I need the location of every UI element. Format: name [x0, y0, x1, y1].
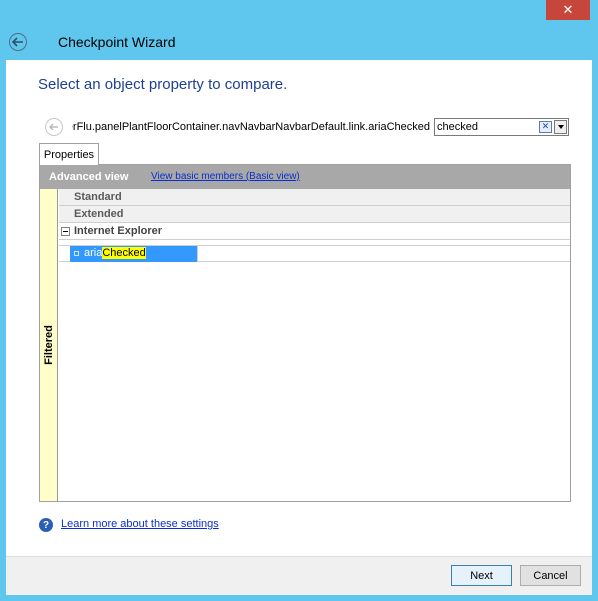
filter-dropdown-button[interactable]	[554, 120, 567, 134]
tab-properties[interactable]: Properties	[39, 143, 99, 165]
property-grid: Standard Extended Internet Explorer aria…	[59, 189, 570, 501]
category-standard[interactable]: Standard	[59, 189, 570, 206]
clear-filter-button[interactable]: ✕	[539, 121, 552, 133]
back-arrow-icon	[12, 37, 23, 47]
category-label: Extended	[74, 208, 124, 220]
title-bar: ✕	[0, 0, 598, 26]
property-name: ariaChecked	[84, 247, 146, 259]
help-link[interactable]: Learn more about these settings	[61, 518, 219, 530]
object-back-icon[interactable]	[45, 118, 63, 136]
filtered-label: Filtered	[43, 325, 56, 365]
button-footer: Next Cancel	[6, 556, 592, 595]
wizard-title: Checkpoint Wizard	[58, 34, 176, 50]
column-divider	[197, 246, 198, 262]
clear-icon: ✕	[541, 121, 550, 132]
chevron-down-icon	[557, 125, 564, 129]
property-name-cell[interactable]: ariaChecked	[70, 246, 197, 262]
back-button[interactable]	[9, 33, 27, 51]
page-heading: Select an object property to compare.	[38, 76, 288, 93]
advanced-view-bar: Advanced view View basic members (Basic …	[40, 165, 570, 189]
expand-icon[interactable]	[74, 251, 79, 256]
wizard-frame: Checkpoint Wizard Select an object prope…	[6, 26, 592, 595]
advanced-view-title: Advanced view	[49, 171, 129, 183]
property-filter-box[interactable]: ✕	[434, 118, 569, 136]
filtered-strip: Filtered	[40, 189, 58, 501]
close-button[interactable]: ✕	[546, 0, 590, 20]
object-path: ntainerFlu.panelPlantFloorContainer.navN…	[72, 121, 430, 133]
wizard-header: Checkpoint Wizard	[6, 26, 592, 60]
help-icon: ?	[39, 518, 53, 532]
category-label: Standard	[74, 191, 122, 203]
property-filter-input[interactable]	[435, 119, 539, 135]
category-extended[interactable]: Extended	[59, 206, 570, 223]
next-button[interactable]: Next	[451, 565, 512, 586]
collapse-icon[interactable]	[61, 227, 70, 236]
properties-panel: Advanced view View basic members (Basic …	[39, 164, 571, 502]
filter-match-highlight: Checked	[102, 247, 146, 259]
category-internet-explorer[interactable]: Internet Explorer	[59, 223, 570, 240]
basic-view-link[interactable]: View basic members (Basic view)	[151, 171, 300, 182]
cancel-button[interactable]: Cancel	[520, 565, 581, 586]
property-row[interactable]: ariaChecked	[59, 245, 570, 262]
close-icon: ✕	[562, 2, 574, 18]
category-label: Internet Explorer	[74, 225, 163, 237]
